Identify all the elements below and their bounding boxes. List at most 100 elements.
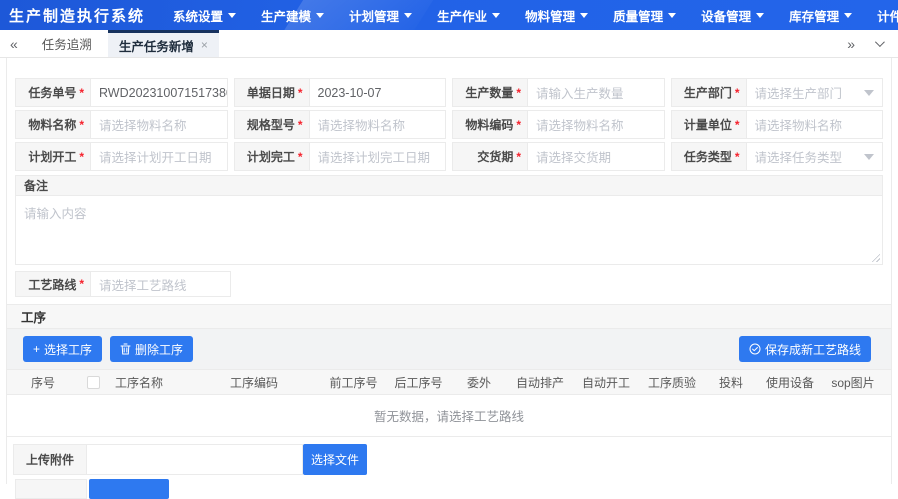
field-label: 生产数量*: [452, 78, 528, 107]
required-mark: *: [735, 86, 740, 100]
tabs-menu-chevron-down-icon[interactable]: [875, 37, 885, 47]
field-value: 2023-10-07: [318, 86, 382, 100]
nav-item-piecework-wages[interactable]: 计件工资: [877, 6, 898, 25]
save-as-new-route-button[interactable]: 保存成新工艺路线: [739, 336, 871, 362]
task-form: 任务单号* RWD2023100715173800003 单据日期* 2023-…: [7, 58, 891, 297]
nav-item-system-settings[interactable]: 系统设置: [173, 6, 236, 25]
task-type-select[interactable]: 请选择任务类型: [747, 142, 884, 171]
field-task-no: 任务单号* RWD2023100715173800003: [15, 78, 228, 107]
required-mark: *: [79, 86, 84, 100]
nav-label: 质量管理: [613, 6, 663, 25]
label-text: 计划完工: [247, 148, 295, 165]
field-label: 生产部门*: [671, 78, 747, 107]
production-qty-input[interactable]: 请输入生产数量: [528, 78, 665, 107]
field-spec-model: 规格型号* 请选择物料名称: [234, 110, 447, 139]
empty-text: 暂无数据，请选择工艺路线: [374, 406, 524, 425]
field-label: 计量单位*: [671, 110, 747, 139]
select-all-checkbox[interactable]: [87, 376, 100, 389]
label-text: 生产部门: [684, 84, 732, 101]
nav-item-equipment-management[interactable]: 设备管理: [701, 6, 764, 25]
placeholder-text: 请选择交货期: [536, 147, 611, 166]
required-mark: *: [516, 118, 521, 132]
nav-item-production-jobs[interactable]: 生产作业: [437, 6, 500, 25]
required-mark: *: [298, 150, 303, 164]
upload-filename-input[interactable]: [87, 444, 303, 475]
caret-down-icon: [580, 13, 588, 18]
col-post-process: 后工序号: [386, 374, 451, 391]
select-caret-icon: [864, 154, 874, 160]
select-process-button[interactable]: + 选择工序: [23, 336, 102, 362]
plan-finish-date-input[interactable]: 请选择计划完工日期: [310, 142, 447, 171]
process-route-input[interactable]: 请选择工艺路线: [91, 271, 231, 297]
nav-item-material-management[interactable]: 物料管理: [525, 6, 588, 25]
process-table-header: 序号 工序名称 工序编码 前工序号 后工序号 委外 自动排产 自动开工 工序质验…: [7, 369, 891, 395]
tabs-expand-right-icon[interactable]: »: [847, 36, 855, 52]
required-mark: *: [79, 150, 84, 164]
caret-down-icon: [404, 13, 412, 18]
doc-date-input[interactable]: 2023-10-07: [310, 78, 447, 107]
nav-item-plan-management[interactable]: 计划管理: [349, 6, 412, 25]
tab-close-icon[interactable]: ×: [201, 38, 208, 52]
field-label: 物料编码*: [452, 110, 528, 139]
field-delivery-date: 交货期* 请选择交货期: [452, 142, 665, 171]
tab-task-trace[interactable]: 任务追溯: [26, 30, 108, 57]
production-dept-select[interactable]: 请选择生产部门: [747, 78, 884, 107]
caret-down-icon: [668, 13, 676, 18]
col-process-inspection: 工序质验: [639, 374, 705, 391]
field-label: 任务类型*: [671, 142, 747, 171]
delete-process-button[interactable]: 删除工序: [110, 336, 193, 362]
nav-label: 生产建模: [261, 6, 311, 25]
col-feeding: 投料: [705, 374, 757, 391]
form-row-3: 计划开工* 请选择计划开工日期 计划完工* 请选择计划完工日期 交货期* 请选择…: [15, 142, 883, 171]
required-mark: *: [735, 150, 740, 164]
nav-item-production-modeling[interactable]: 生产建模: [261, 6, 324, 25]
label-text: 工艺路线: [28, 276, 76, 293]
unit-input[interactable]: 请选择物料名称: [747, 110, 884, 139]
placeholder-text: 请选择物料名称: [99, 115, 187, 134]
field-plan-finish: 计划完工* 请选择计划完工日期: [234, 142, 447, 171]
field-material-name: 物料名称* 请选择物料名称: [15, 110, 228, 139]
required-mark: *: [79, 277, 84, 291]
label-text: 物料名称: [28, 116, 76, 133]
choose-file-button[interactable]: 选择文件: [303, 444, 367, 475]
upload-label: 上传附件: [13, 444, 87, 475]
label-text: 计划开工: [28, 148, 76, 165]
tabs-collapse-left-icon[interactable]: «: [0, 30, 26, 57]
col-process-name: 工序名称: [115, 374, 230, 391]
col-pre-process: 前工序号: [321, 374, 386, 391]
task-no-input[interactable]: RWD2023100715173800003: [91, 78, 228, 107]
col-select-all: [71, 376, 115, 389]
caret-down-icon: [316, 13, 324, 18]
plan-start-date-input[interactable]: 请选择计划开工日期: [91, 142, 228, 171]
tab-label: 生产任务新增: [119, 36, 194, 55]
nav-item-inventory-management[interactable]: 库存管理: [789, 6, 852, 25]
label-text: 规格型号: [247, 116, 295, 133]
placeholder-text: 请选择物料名称: [318, 115, 406, 134]
process-section-title: 工序: [21, 307, 46, 326]
nav-item-quality-management[interactable]: 质量管理: [613, 6, 676, 25]
delivery-date-input[interactable]: 请选择交货期: [528, 142, 665, 171]
spec-model-input[interactable]: 请选择物料名称: [310, 110, 447, 139]
placeholder-text: 请选择工艺路线: [99, 275, 187, 294]
caret-down-icon: [844, 13, 852, 18]
col-outsource: 委外: [451, 374, 507, 391]
label-text: 上传附件: [26, 451, 74, 468]
nav-label: 设备管理: [701, 6, 751, 25]
button-label: 选择工序: [44, 341, 92, 358]
label-text: 单据日期: [247, 84, 295, 101]
material-name-input[interactable]: 请选择物料名称: [91, 110, 228, 139]
material-code-input[interactable]: 请选择物料名称: [528, 110, 665, 139]
app-title: 生产制造执行系统: [0, 5, 173, 26]
main-nav: 系统设置 生产建模 计划管理 生产作业 物料管理 质量管理 设备管理 库存管理 …: [173, 6, 898, 25]
plus-icon: +: [33, 342, 40, 356]
circle-check-icon: [749, 343, 761, 355]
col-process-code: 工序编码: [230, 374, 321, 391]
required-mark: *: [298, 86, 303, 100]
remark-textarea[interactable]: 请输入内容: [15, 195, 883, 265]
placeholder-text: 请选择任务类型: [755, 147, 843, 166]
tab-production-task-new[interactable]: 生产任务新增 ×: [108, 30, 219, 57]
field-label: 任务单号*: [15, 78, 91, 107]
process-toolbar: + 选择工序 删除工序 保存成新工艺路线: [7, 329, 891, 369]
trash-icon: [120, 343, 131, 355]
partial-button[interactable]: [89, 479, 169, 499]
